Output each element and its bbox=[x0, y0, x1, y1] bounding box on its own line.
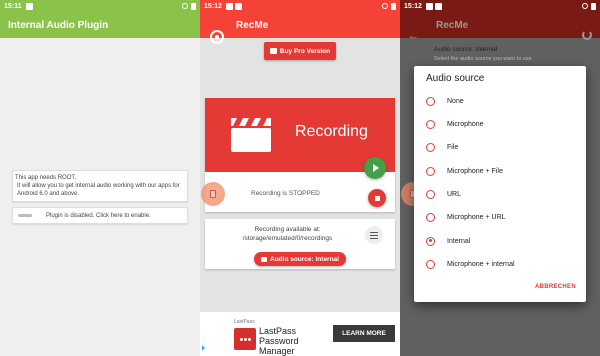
option-microphone-url[interactable]: Microphone + URL bbox=[426, 210, 506, 224]
radio-icon[interactable] bbox=[426, 119, 435, 129]
option-label: Microphone + URL bbox=[447, 213, 506, 221]
status-bar: 15:12 bbox=[400, 0, 600, 12]
option-none[interactable]: None bbox=[426, 94, 464, 108]
page-title: Internal Audio Plugin bbox=[8, 19, 109, 31]
option-label: URL bbox=[447, 190, 462, 198]
stop-icon bbox=[374, 195, 380, 201]
app-bar: ← RecMe bbox=[400, 12, 600, 42]
recording-title: Recording bbox=[295, 123, 368, 140]
option-file[interactable]: File bbox=[426, 140, 458, 154]
cancel-button[interactable]: ABBRECHEN bbox=[535, 284, 576, 290]
audio-source-button[interactable]: Audio source: Internal bbox=[254, 252, 346, 266]
option-microphone-file[interactable]: Microphone + File bbox=[426, 164, 503, 178]
wifi-icon bbox=[582, 3, 588, 9]
option-label: File bbox=[447, 143, 459, 151]
info-line: It will allow you to get internal audio … bbox=[17, 183, 180, 197]
notification-icon bbox=[225, 2, 233, 10]
ad-title: LastPass Password Manager bbox=[259, 326, 299, 356]
option-url[interactable]: URL bbox=[426, 187, 461, 201]
radio-icon[interactable] bbox=[426, 166, 435, 176]
touch-indicator bbox=[201, 182, 225, 206]
notification-icon bbox=[234, 2, 242, 10]
app-logo-icon bbox=[210, 30, 224, 44]
battery-icon bbox=[591, 2, 596, 10]
audio-source-screen: 15:12 ← RecMe Audio source: Internal Sel… bbox=[400, 0, 600, 356]
app-bar: RecMe bbox=[200, 12, 400, 44]
recordings-path: /storage/emulated/0/recordings bbox=[242, 235, 333, 242]
recording-status: Recording is STOPPED bbox=[251, 190, 320, 197]
option-microphone[interactable]: Microphone bbox=[426, 117, 484, 131]
plugin-screen: 15:11 Internal Audio Plugin This app nee… bbox=[0, 0, 200, 356]
toggle-label: Plugin is disabled. Click here to enable… bbox=[46, 212, 151, 219]
app-bar: Internal Audio Plugin bbox=[0, 12, 200, 38]
learn-more-button[interactable]: LEARN MORE bbox=[333, 325, 395, 342]
clapperboard-icon bbox=[231, 118, 271, 152]
play-button[interactable] bbox=[364, 157, 386, 179]
option-internal[interactable]: Internal bbox=[426, 234, 470, 248]
option-label: Microphone bbox=[447, 120, 484, 128]
radio-icon[interactable] bbox=[426, 96, 435, 106]
status-bar: 15:11 bbox=[0, 0, 200, 12]
radio-icon[interactable] bbox=[426, 142, 435, 152]
switch-icon[interactable] bbox=[18, 214, 32, 217]
info-line: This app needs ROOT. bbox=[15, 175, 77, 181]
available-label: Recording available at: bbox=[254, 226, 321, 233]
page-title: RecMe bbox=[436, 19, 469, 31]
option-label: None bbox=[447, 97, 464, 105]
hourglass-icon bbox=[210, 190, 216, 198]
option-label: Microphone + File bbox=[447, 167, 503, 175]
refresh-icon[interactable] bbox=[582, 30, 592, 40]
root-info-card: This app needs ROOT. It will allow you t… bbox=[12, 170, 188, 202]
page-title: RecMe bbox=[236, 19, 269, 31]
option-label: Microphone + internal bbox=[447, 260, 515, 268]
recme-screen: 15:12 RecMe Buy Pro Version Recording Re… bbox=[200, 0, 400, 356]
notification-icon bbox=[25, 2, 33, 10]
recording-card: Recording Recording is STOPPED bbox=[205, 98, 395, 212]
audio-source-dialog: Audio source None Microphone File Microp… bbox=[414, 66, 586, 302]
ad-banner[interactable]: LastPass LastPass Password Manager LEARN… bbox=[200, 312, 400, 356]
wifi-icon bbox=[182, 3, 188, 9]
ad-choices-icon[interactable] bbox=[202, 345, 208, 351]
status-time: 15:12 bbox=[204, 2, 222, 10]
cart-icon bbox=[269, 48, 277, 54]
radio-selected-icon[interactable] bbox=[426, 236, 435, 246]
recordings-location-card: Recording available at: /storage/emulate… bbox=[205, 219, 395, 269]
settings-icon[interactable] bbox=[365, 226, 383, 244]
option-microphone-internal[interactable]: Microphone + internal bbox=[426, 257, 515, 271]
back-arrow-icon[interactable]: ← bbox=[408, 31, 419, 42]
radio-icon[interactable] bbox=[426, 212, 435, 222]
audio-source-label: Audio source: Internal bbox=[270, 255, 339, 263]
status-time: 15:11 bbox=[4, 2, 22, 10]
radio-icon[interactable] bbox=[426, 189, 435, 199]
background-hint: Select the audio source you want to use bbox=[434, 56, 532, 62]
buy-pro-label: Buy Pro Version bbox=[279, 47, 331, 55]
buy-pro-button[interactable]: Buy Pro Version bbox=[264, 42, 336, 60]
status-time: 15:12 bbox=[404, 2, 422, 10]
background-label: Audio source: Internal bbox=[434, 46, 498, 53]
speaker-icon bbox=[261, 256, 267, 262]
wifi-icon bbox=[382, 3, 388, 9]
notification-icon bbox=[425, 2, 433, 10]
lastpass-logo-icon bbox=[234, 328, 256, 350]
dialog-title: Audio source bbox=[426, 73, 485, 84]
status-bar: 15:12 bbox=[200, 0, 400, 12]
stop-button[interactable] bbox=[368, 189, 386, 207]
ad-brand: LastPass bbox=[234, 319, 255, 325]
battery-icon bbox=[191, 2, 196, 10]
enable-plugin-toggle[interactable]: Plugin is disabled. Click here to enable… bbox=[12, 207, 188, 224]
battery-icon bbox=[391, 2, 396, 10]
option-label: Internal bbox=[447, 237, 471, 245]
play-icon bbox=[373, 164, 379, 172]
radio-icon[interactable] bbox=[426, 259, 435, 269]
notification-icon bbox=[434, 2, 442, 10]
